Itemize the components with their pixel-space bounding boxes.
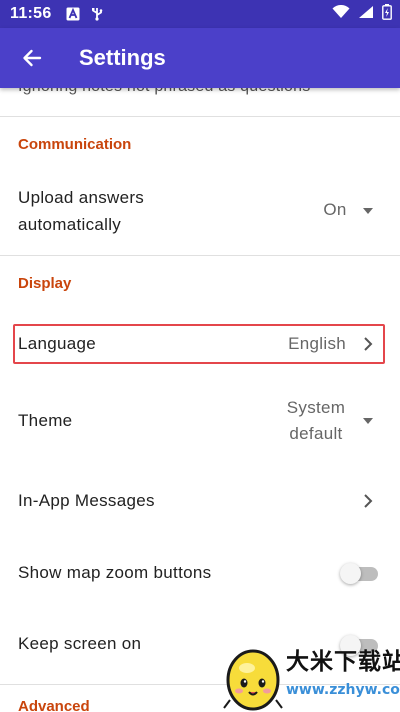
map-zoom-switch[interactable] [340, 563, 380, 584]
settings-list[interactable]: Ignoring notes not phrased as questions … [0, 88, 400, 712]
watermark-url: www.zzhyw.com [286, 682, 400, 698]
notification-a-icon [66, 7, 80, 21]
section-header-display: Display [18, 275, 72, 292]
pref-value: System default [286, 398, 346, 443]
dropdown-arrow-icon [363, 418, 373, 424]
pref-in-app-messages[interactable]: In-App Messages [0, 486, 400, 516]
pref-theme[interactable]: Theme System default [0, 388, 400, 454]
divider [0, 116, 400, 117]
app-bar: Settings [0, 28, 400, 88]
usb-icon [90, 7, 104, 21]
pref-title: Show map zoom buttons [18, 563, 212, 582]
chevron-right-icon [364, 494, 373, 508]
pref-title: Upload answers automatically [18, 188, 145, 234]
pref-title: Keep screen on [18, 634, 142, 653]
battery-icon [382, 3, 392, 25]
divider [0, 255, 400, 256]
back-button[interactable] [0, 28, 64, 88]
signal-icon [358, 5, 374, 24]
rice-mascot-logo [223, 649, 283, 711]
wifi-icon [332, 4, 350, 24]
status-right-icons [332, 3, 392, 25]
section-header-advanced: Advanced [18, 698, 90, 712]
watermark-title: 大米下载站 [286, 649, 400, 675]
status-bar: 11:56 [0, 0, 400, 28]
page-title: Settings [79, 45, 166, 70]
pref-show-map-zoom-buttons[interactable]: Show map zoom buttons [0, 558, 400, 588]
previous-setting-summary: Ignoring notes not phrased as questions [18, 88, 310, 96]
dropdown-arrow-icon [363, 208, 373, 214]
watermark: 大米下载站 www.zzhyw.com [222, 638, 400, 712]
status-time: 11:56 [10, 5, 52, 22]
pref-title: In-App Messages [18, 491, 155, 510]
arrow-left-icon [23, 49, 42, 67]
pref-upload-answers[interactable]: Upload answers automatically On [0, 178, 400, 244]
settings-screen: 11:56 Settings Ignoring n [0, 0, 400, 712]
pref-title: Theme [18, 411, 73, 430]
pref-value: On [323, 200, 347, 219]
switch-thumb [340, 563, 361, 584]
highlight-box [13, 324, 385, 364]
section-header-communication: Communication [18, 136, 132, 153]
